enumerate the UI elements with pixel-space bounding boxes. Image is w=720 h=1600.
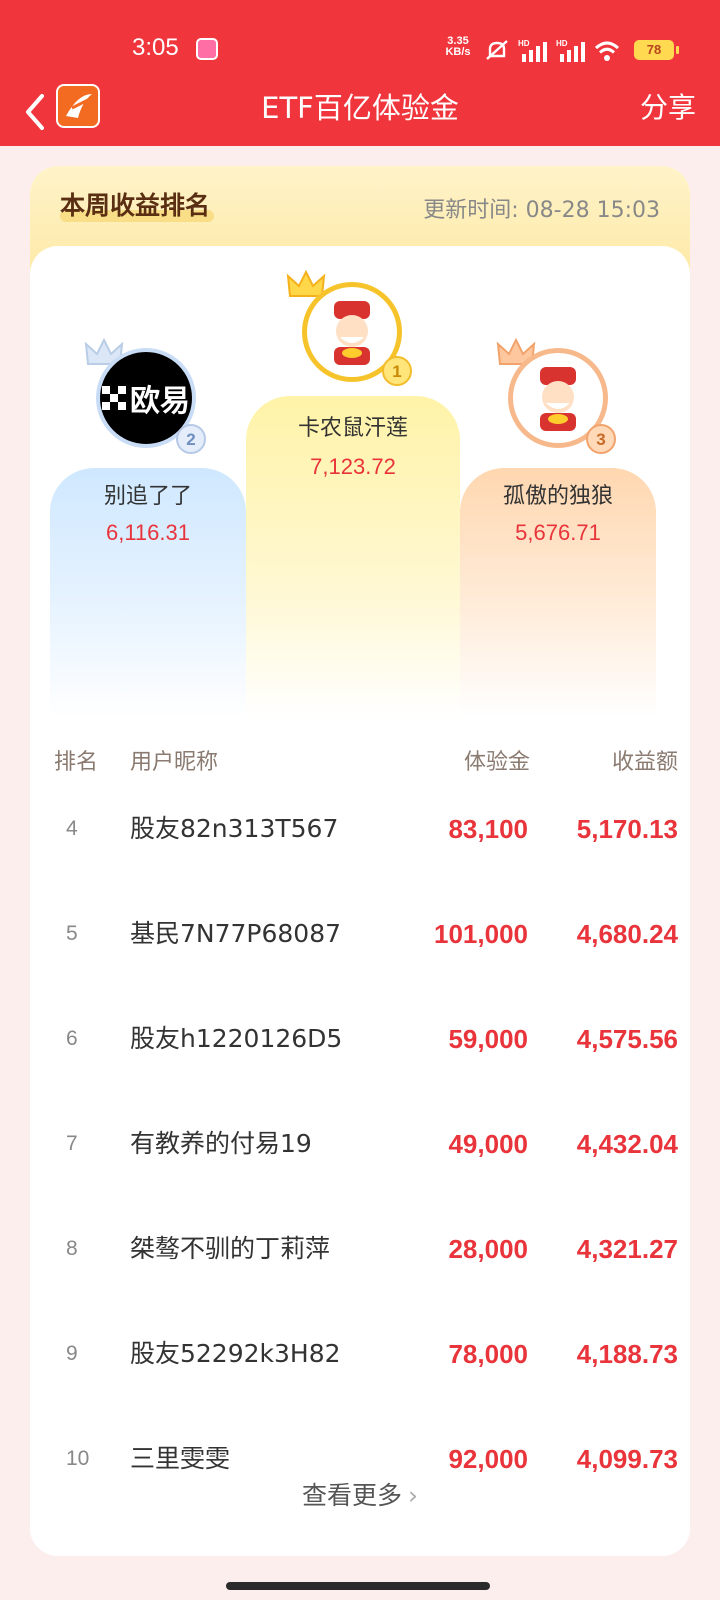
signal-icon-2: HD <box>556 39 585 62</box>
wifi-icon <box>594 41 620 61</box>
status-bar: 3:05 3.35 KB/s HD HD 78 <box>0 0 720 80</box>
column-rank: 排名 <box>54 750 99 775</box>
row-profit: 5,170.13 <box>576 814 678 844</box>
row-amount: 83,100 <box>448 814 528 844</box>
row-amount: 59,000 <box>448 1024 528 1054</box>
column-nickname: 用户昵称 <box>130 750 219 775</box>
row-amount: 78,000 <box>448 1339 528 1369</box>
column-amount: 体验金 <box>463 750 530 775</box>
table-row: 8 桀骜不驯的丁莉萍 28,000 4,321.27 <box>30 1234 690 1339</box>
row-nickname: 基民7N77P68087 <box>130 919 342 948</box>
podium-1-score: 7,123.72 <box>310 454 396 479</box>
network-speed-unit: KB/s <box>445 46 471 58</box>
rank-badge-1: 1 <box>382 356 412 386</box>
table-row: 9 股友52292k3H82 78,000 4,188.73 <box>30 1339 690 1444</box>
row-rank: 8 <box>66 1237 78 1260</box>
row-amount: 92,000 <box>448 1444 528 1474</box>
row-amount: 101,000 <box>434 919 528 949</box>
row-amount: 28,000 <box>448 1234 528 1264</box>
row-amount: 49,000 <box>448 1129 528 1159</box>
view-more-button[interactable]: 查看更多 › <box>30 1476 690 1512</box>
row-nickname: 有教养的付易19 <box>130 1129 312 1158</box>
row-profit: 4,099.73 <box>576 1444 678 1474</box>
row-profit: 4,321.27 <box>576 1234 678 1264</box>
row-rank: 10 <box>66 1447 90 1470</box>
app-notification-icon <box>196 38 218 60</box>
battery-icon: 78 <box>634 40 674 60</box>
okx-mark-icon <box>102 386 126 410</box>
row-rank: 4 <box>66 817 78 840</box>
okx-logo-text: 欧易 <box>130 384 190 419</box>
row-nickname: 股友h1220126D5 <box>130 1024 343 1053</box>
row-profit: 4,680.24 <box>576 919 678 949</box>
ranking-title: 本周收益排名 <box>60 191 211 220</box>
home-indicator[interactable] <box>226 1582 490 1590</box>
table-row: 7 有教养的付易19 49,000 4,432.04 <box>30 1129 690 1234</box>
nav-header: ETF百亿体验金 分享 <box>0 78 720 146</box>
column-profit: 收益额 <box>611 750 678 775</box>
table-row: 6 股友h1220126D5 59,000 4,575.56 <box>30 1024 690 1129</box>
table-row: 5 基民7N77P68087 101,000 4,680.24 <box>30 919 690 1024</box>
podium-2-score: 6,116.31 <box>105 520 190 545</box>
row-nickname: 三里雯雯 <box>130 1444 231 1473</box>
fortune-god-icon <box>334 301 370 365</box>
podium-1-background <box>246 396 460 718</box>
table-row: 4 股友82n313T567 83,100 5,170.13 <box>30 814 690 919</box>
podium-2-name: 别追了了 <box>103 484 192 509</box>
ranking-table-header: 排名 用户昵称 体验金 收益额 <box>30 744 690 784</box>
svg-text:HD: HD <box>518 39 530 48</box>
podium-3-name: 孤傲的独狼 <box>502 484 613 509</box>
view-more-label: 查看更多 <box>301 1481 402 1510</box>
podium-3-score: 5,676.71 <box>515 520 601 545</box>
fortune-god-icon-2 <box>540 367 576 431</box>
row-nickname: 股友52292k3H82 <box>130 1339 341 1368</box>
chevron-right-icon: › <box>408 1481 418 1510</box>
rank-badge-2: 2 <box>176 424 206 454</box>
row-profit: 4,188.73 <box>576 1339 678 1369</box>
top-bar: 3:05 3.35 KB/s HD HD 78 ETF百亿体验金 分享 <box>0 0 720 146</box>
battery-tip <box>676 46 679 54</box>
row-rank: 6 <box>66 1027 78 1050</box>
row-nickname: 桀骜不驯的丁莉萍 <box>130 1234 331 1263</box>
ranking-card: 本周收益排名 更新时间: 08-28 15:03 欧易 2 别追了了 6,116… <box>30 166 690 1556</box>
row-rank: 9 <box>66 1342 78 1365</box>
row-rank: 7 <box>66 1132 78 1155</box>
svg-text:HD: HD <box>556 39 568 48</box>
podium-1-name: 卡农鼠汗莲 <box>297 416 408 441</box>
page-title: ETF百亿体验金 <box>261 91 459 125</box>
row-rank: 5 <box>66 922 78 945</box>
update-time: 更新时间: 08-28 15:03 <box>423 198 660 223</box>
battery-level: 78 <box>646 42 662 57</box>
rank-badge-3: 3 <box>586 424 616 454</box>
status-icons: HD HD <box>484 36 620 62</box>
network-speed: 3.35 KB/s <box>442 36 474 58</box>
row-profit: 4,432.04 <box>576 1129 678 1159</box>
share-button[interactable]: 分享 <box>640 86 696 130</box>
row-nickname: 股友82n313T567 <box>130 814 339 843</box>
signal-icon: HD <box>518 39 547 62</box>
mute-icon <box>486 40 508 60</box>
row-profit: 4,575.56 <box>576 1024 678 1054</box>
okx-logo: 欧易 <box>102 376 190 420</box>
status-time: 3:05 <box>132 34 179 61</box>
